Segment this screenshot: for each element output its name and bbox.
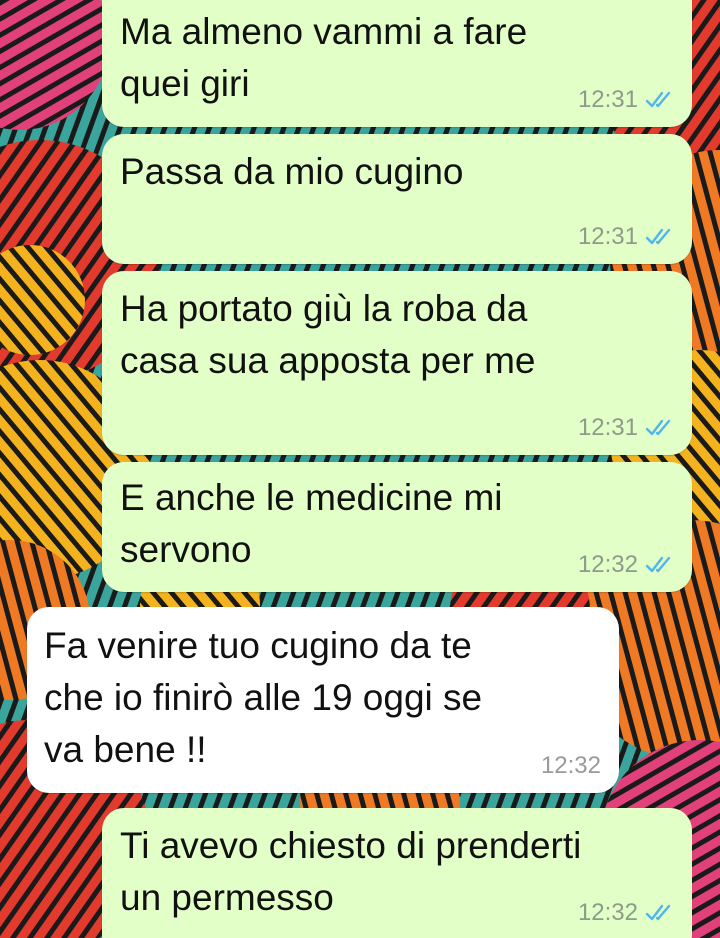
message-bubble-outgoing[interactable]: E anche le medicine mi servono 12:32: [102, 462, 692, 592]
message-text: Fa venire tuo cugino da te che io finirò…: [44, 625, 483, 770]
message-text: Ha portato giù la roba da casa sua appos…: [120, 288, 536, 381]
read-double-check-icon: [645, 91, 671, 108]
read-double-check-icon: [645, 228, 671, 245]
message-bubble-outgoing[interactable]: Passa da mio cugino 12:31: [102, 134, 692, 264]
message-time: 12:31: [577, 223, 638, 250]
message-time: 12:31: [577, 414, 638, 441]
message-meta: 12:32: [578, 552, 676, 578]
message-meta: 12:31: [578, 224, 676, 250]
message-time: 12:31: [577, 86, 638, 113]
message-meta: 12:32: [541, 753, 601, 779]
message-time: 12:32: [577, 551, 638, 578]
read-double-check-icon: [645, 904, 671, 921]
message-bubble-outgoing[interactable]: Ma almeno vammi a fare quei giri 12:31: [102, 0, 692, 127]
message-bubble-outgoing[interactable]: Ha portato giù la roba da casa sua appos…: [102, 271, 692, 455]
message-time: 12:32: [577, 899, 638, 926]
message-meta: 12:31: [578, 87, 676, 113]
message-bubble-incoming[interactable]: Fa venire tuo cugino da te che io finirò…: [27, 607, 619, 793]
read-double-check-icon: [645, 556, 671, 573]
message-text: Passa da mio cugino: [120, 151, 464, 192]
message-time: 12:32: [540, 752, 601, 779]
message-meta: 12:32: [578, 900, 676, 926]
message-meta: 12:31: [578, 415, 676, 441]
read-double-check-icon: [645, 419, 671, 436]
message-bubble-outgoing[interactable]: Ti avevo chiesto di prenderti un permess…: [102, 808, 692, 938]
